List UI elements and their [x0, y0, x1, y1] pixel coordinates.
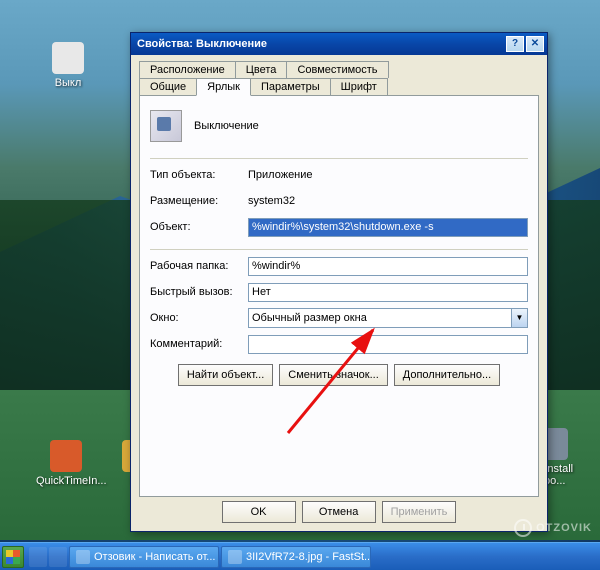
desktop-icon-shutdown[interactable]: Выкл — [38, 42, 98, 89]
tabs-container: Расположение Цвета Совместимость Общие Я… — [131, 55, 547, 95]
tab-params[interactable]: Параметры — [250, 78, 331, 95]
target-input[interactable] — [248, 218, 528, 237]
advanced-button[interactable]: Дополнительно... — [394, 364, 500, 386]
target-label: Объект: — [150, 221, 248, 233]
tab-font[interactable]: Шрифт — [330, 78, 388, 95]
dialog-title: Свойства: Выключение — [137, 38, 504, 50]
tab-shortcut[interactable]: Ярлык — [196, 78, 251, 96]
image-icon — [228, 550, 242, 564]
properties-dialog: Свойства: Выключение ? ✕ Расположение Цв… — [130, 32, 548, 532]
desktop-icon-quicktime[interactable]: QuickTimeIn... — [36, 440, 96, 487]
taskbar-item-faststone[interactable]: 3II2VfR72-8.jpg - FastSt... — [221, 546, 371, 568]
start-button[interactable] — [2, 546, 24, 568]
app-name: Выключение — [194, 120, 259, 132]
tab-location[interactable]: Расположение — [139, 61, 236, 78]
taskbar-item-firefox[interactable]: Отзовик - Написать от... — [69, 546, 219, 568]
titlebar[interactable]: Свойства: Выключение ? ✕ — [131, 33, 547, 55]
chevron-down-icon: ▼ — [511, 309, 527, 327]
type-value: Приложение — [248, 169, 313, 181]
hotkey-label: Быстрый вызов: — [150, 286, 248, 298]
window-label: Окно: — [150, 312, 248, 324]
close-button[interactable]: ✕ — [526, 36, 544, 52]
tab-colors[interactable]: Цвета — [235, 61, 288, 78]
workdir-label: Рабочая папка: — [150, 260, 248, 272]
window-select[interactable]: Обычный размер окна ▼ — [248, 308, 528, 328]
ok-button[interactable]: OK — [222, 501, 296, 523]
quicklaunch-icon[interactable] — [29, 547, 47, 567]
taskbar[interactable]: Отзовик - Написать от... 3II2VfR72-8.jpg… — [0, 542, 600, 570]
hotkey-input[interactable] — [248, 283, 528, 302]
help-button[interactable]: ? — [506, 36, 524, 52]
location-label: Размещение: — [150, 195, 248, 207]
tab-compat[interactable]: Совместимость — [286, 61, 388, 78]
workdir-input[interactable] — [248, 257, 528, 276]
shortcut-icon — [150, 110, 182, 142]
change-icon-button[interactable]: Сменить значок... — [279, 364, 388, 386]
location-value: system32 — [248, 195, 295, 207]
quicklaunch-icon[interactable] — [49, 547, 67, 567]
tab-panel: Выключение Тип объекта: Приложение Разме… — [139, 95, 539, 497]
comment-label: Комментарий: — [150, 338, 248, 350]
cancel-button[interactable]: Отмена — [302, 501, 376, 523]
find-target-button[interactable]: Найти объект... — [178, 364, 273, 386]
firefox-icon — [76, 550, 90, 564]
type-label: Тип объекта: — [150, 169, 248, 181]
comment-input[interactable] — [248, 335, 528, 354]
watermark: OTZOVIK — [514, 519, 592, 537]
tab-general[interactable]: Общие — [139, 78, 197, 95]
apply-button[interactable]: Применить — [382, 501, 457, 523]
